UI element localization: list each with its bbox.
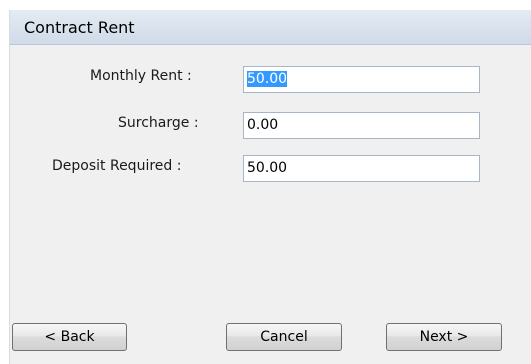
window-edge	[0, 0, 9, 364]
surcharge-label: Surcharge :	[118, 115, 199, 131]
next-button[interactable]: Next >	[386, 323, 502, 351]
monthly-rent-value: 50.00	[247, 71, 288, 87]
dialog-title: Contract Rent	[24, 18, 135, 37]
monthly-rent-input[interactable]: 50.00	[243, 66, 480, 93]
surcharge-input[interactable]: 0.00	[243, 112, 480, 139]
monthly-rent-label: Monthly Rent :	[90, 68, 192, 84]
back-button[interactable]: < Back	[12, 323, 127, 351]
dialog-header: Contract Rent	[10, 10, 531, 45]
contract-rent-dialog: Contract Rent Monthly Rent : 50.00 Surch…	[10, 10, 531, 364]
cancel-button[interactable]: Cancel	[226, 323, 342, 351]
deposit-required-label: Deposit Required :	[52, 158, 182, 174]
window: Contract Rent Monthly Rent : 50.00 Surch…	[0, 0, 531, 364]
deposit-required-input[interactable]: 50.00	[243, 155, 480, 182]
